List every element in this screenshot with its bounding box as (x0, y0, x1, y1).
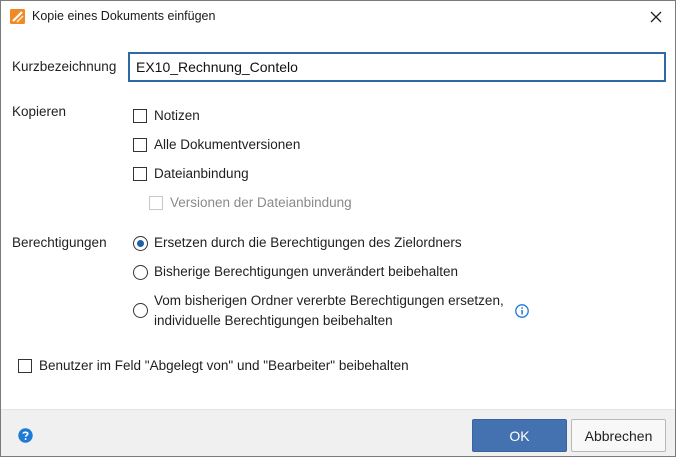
copy-notes-checkbox-row[interactable]: Notizen (133, 108, 200, 123)
permission-inherited-label-line2: individuelle Berechtigungen beibehalten (154, 313, 393, 328)
help-icon[interactable] (18, 428, 33, 443)
permission-option-keep-row[interactable]: Bisherige Berechtigungen unverändert bei… (133, 264, 458, 282)
copy-file-link-label: Dateianbindung (154, 166, 249, 181)
copy-notes-checkbox[interactable] (133, 108, 147, 123)
permissions-section-label: Berechtigungen (12, 235, 107, 250)
title-bar: Kopie eines Dokuments einfügen (1, 1, 675, 32)
cancel-button[interactable]: Abbrechen (571, 419, 666, 452)
permission-replace-label: Ersetzen durch die Berechtigungen des Zi… (154, 235, 462, 250)
copy-file-link-versions-checkbox (149, 195, 163, 210)
ok-button[interactable]: OK (472, 419, 567, 452)
info-icon[interactable] (515, 304, 529, 318)
copy-document-dialog: Kopie eines Dokuments einfügen Kurzbezei… (0, 0, 676, 457)
permission-keep-label: Bisherige Berechtigungen unverändert bei… (154, 264, 458, 279)
permission-inherited-radio[interactable] (133, 303, 148, 318)
keep-users-label: Benutzer im Feld "Abgelegt von" und "Bea… (39, 358, 409, 373)
permission-option-replace-row[interactable]: Ersetzen durch die Berechtigungen des Zi… (133, 235, 462, 253)
keep-users-checkbox-row[interactable]: Benutzer im Feld "Abgelegt von" und "Bea… (18, 358, 409, 373)
close-icon[interactable] (643, 4, 669, 30)
copy-all-versions-checkbox[interactable] (133, 137, 147, 152)
permission-inherited-label: Vom bisherigen Ordner vererbte Berechtig… (154, 291, 504, 331)
dialog-footer: OK Abbrechen (1, 409, 675, 456)
copy-file-link-checkbox[interactable] (133, 166, 147, 181)
copy-file-link-checkbox-row[interactable]: Dateianbindung (133, 166, 249, 181)
short-name-input[interactable] (128, 52, 666, 82)
permission-replace-radio[interactable] (133, 236, 148, 251)
keep-users-checkbox[interactable] (18, 358, 32, 373)
permission-option-inherited-row[interactable]: Vom bisherigen Ordner vererbte Berechtig… (133, 293, 504, 331)
copy-all-versions-checkbox-row[interactable]: Alle Dokumentversionen (133, 137, 300, 152)
window-title: Kopie eines Dokuments einfügen (32, 9, 216, 23)
copy-notes-label: Notizen (154, 108, 200, 123)
copy-file-link-versions-checkbox-row: Versionen der Dateianbindung (149, 195, 352, 210)
copy-file-link-versions-label: Versionen der Dateianbindung (170, 195, 352, 210)
short-name-label: Kurzbezeichnung (12, 59, 117, 74)
permission-inherited-label-line1: Vom bisherigen Ordner vererbte Berechtig… (154, 293, 504, 308)
permission-keep-radio[interactable] (133, 265, 148, 280)
copy-section-label: Kopieren (12, 104, 67, 119)
app-logo-icon (10, 9, 25, 24)
copy-all-versions-label: Alle Dokumentversionen (154, 137, 301, 152)
